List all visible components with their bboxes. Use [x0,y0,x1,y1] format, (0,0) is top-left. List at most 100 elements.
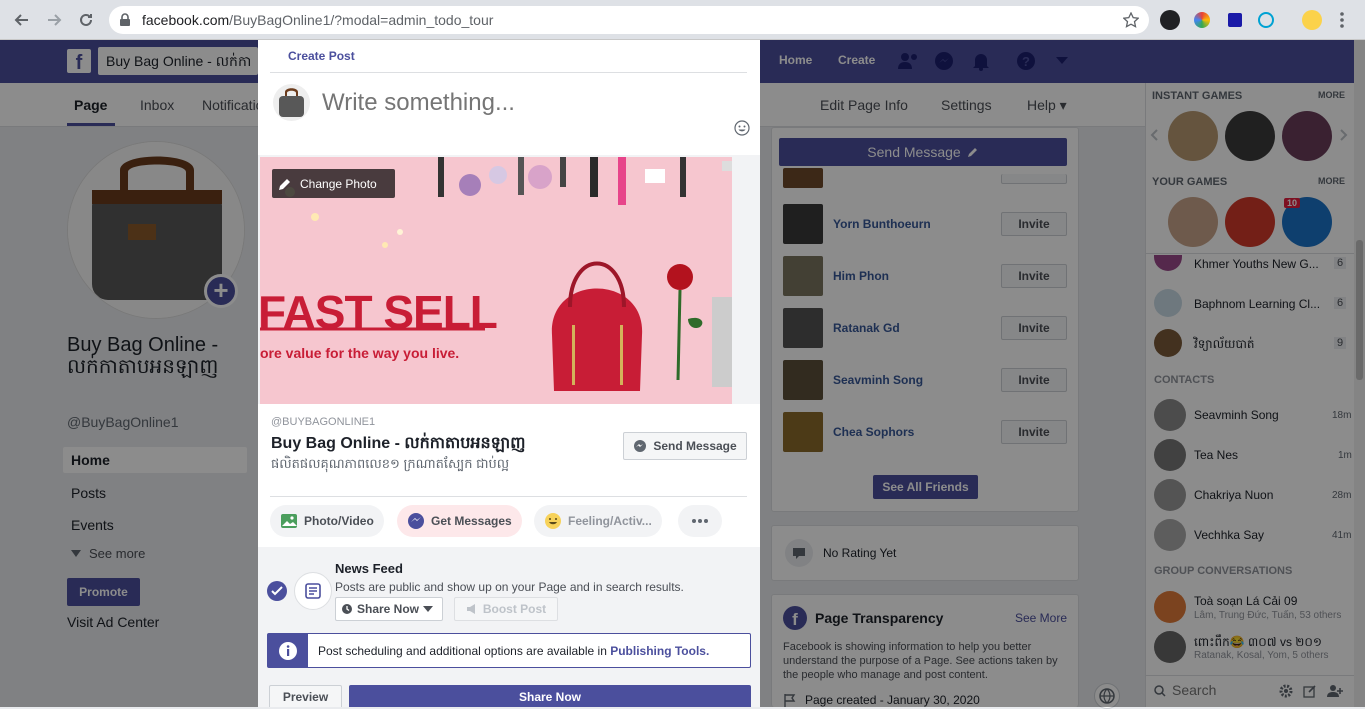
invite-button[interactable]: Invite [1001,368,1067,392]
group-avatar[interactable] [1154,255,1182,271]
game-icon[interactable] [1168,111,1218,161]
share-now-button[interactable]: Share Now [349,685,751,707]
more-options-icon[interactable] [678,505,722,537]
feeling-activity-button[interactable]: Feeling/Activ... [534,505,662,537]
invite-button[interactable]: Invite [1001,212,1067,236]
chevron-left-icon[interactable] [1150,129,1158,141]
contact-avatar[interactable] [1154,399,1186,431]
profile-avatar[interactable] [1302,10,1322,30]
left-nav-events[interactable]: Events [71,517,114,533]
group-name[interactable]: Khmer Youths New G... [1194,257,1319,271]
notifications-icon[interactable] [971,51,991,71]
account-menu-icon[interactable] [1056,57,1068,65]
invite-button[interactable]: Invite [1001,316,1067,340]
invite-button[interactable] [1001,174,1067,184]
friend-name[interactable]: Seavminh Song [833,373,923,387]
photo-video-button[interactable]: Photo/Video [270,505,384,537]
see-all-friends-button[interactable]: See All Friends [873,475,978,499]
group-conversation-name[interactable]: Toà soạn Lá Cải 09 [1194,594,1297,608]
friend-name[interactable]: Ratanak Gd [833,321,900,335]
game-icon[interactable] [1225,197,1275,247]
page-handle[interactable]: @BuyBagOnline1 [67,414,179,430]
create-group-icon[interactable] [1327,684,1345,698]
send-message-button[interactable]: Send Message [779,138,1067,166]
add-photo-icon[interactable]: + [204,274,238,308]
get-messages-button[interactable]: Get Messages [397,505,522,537]
nav-create-link[interactable]: Create [838,53,875,67]
emoji-icon[interactable] [734,120,750,136]
chat-search-input[interactable] [1172,682,1272,698]
transparency-see-more[interactable]: See More [1015,611,1067,625]
contact-avatar[interactable] [1154,439,1186,471]
contact-name[interactable]: Chakriya Nuon [1194,488,1273,502]
preview-button[interactable]: Preview [269,685,342,707]
back-icon[interactable] [10,8,34,32]
friend-name[interactable]: Yorn Bunthoeurn [833,217,931,231]
publishing-tools-link[interactable]: Publishing Tools. [610,644,709,658]
address-bar[interactable]: facebook.com/BuyBagOnline1/?modal=admin_… [109,6,1149,34]
contact-name[interactable]: Vechhka Say [1194,528,1264,542]
help-icon[interactable]: ? [1016,51,1036,71]
left-nav-home[interactable]: Home [63,447,247,473]
modal-send-message-button[interactable]: Send Message [623,432,747,460]
tab-notifications[interactable]: Notificatio [202,97,263,113]
color-extension-icon[interactable] [1194,12,1210,28]
contact-name[interactable]: Seavminh Song [1194,408,1279,422]
group-avatar[interactable] [1154,329,1182,357]
group-conversation-avatar[interactable] [1154,591,1186,623]
forward-icon[interactable] [42,8,66,32]
group-conversation-avatar[interactable] [1154,631,1186,663]
group-name[interactable]: វិទ្យាល័យបាត់ [1194,336,1255,354]
friend-avatar[interactable] [783,168,823,188]
friend-avatar[interactable] [783,204,823,244]
gear-icon[interactable] [1279,684,1293,698]
browser-menu-icon[interactable] [1340,12,1344,28]
group-avatar[interactable] [1154,289,1182,317]
share-now-dropdown[interactable]: Share Now [335,597,443,621]
see-more-link[interactable]: See more [71,546,145,561]
friend-avatar[interactable] [783,412,823,452]
friend-avatar[interactable] [783,308,823,348]
game-icon[interactable] [1225,111,1275,161]
change-photo-button[interactable]: Change Photo [272,169,395,198]
reload-icon[interactable] [74,8,98,32]
instant-games-more[interactable]: MORE [1318,90,1345,100]
tab-inbox[interactable]: Inbox [140,97,174,113]
scrollbar-thumb[interactable] [1356,240,1363,380]
globe-icon[interactable] [1094,683,1120,709]
contact-avatar[interactable] [1154,479,1186,511]
square-extension-icon[interactable] [1228,13,1242,27]
tab-help[interactable]: Help ▾ [1027,97,1067,114]
tab-settings[interactable]: Settings [941,97,992,113]
friend-avatar[interactable] [783,360,823,400]
chevron-right-icon[interactable] [1340,129,1348,141]
visit-ad-center-link[interactable]: Visit Ad Center [67,614,159,630]
bookmark-star-icon[interactable] [1123,12,1139,28]
game-icon[interactable] [1282,111,1332,161]
search-field[interactable]: Buy Bag Online - លក់កា [98,47,258,75]
friend-name[interactable]: Him Phon [833,269,889,283]
facebook-logo[interactable]: f [67,49,91,74]
game-icon[interactable] [1168,197,1218,247]
left-nav-posts[interactable]: Posts [71,485,106,501]
group-name[interactable]: Baphnom Learning Cl... [1194,297,1320,311]
react-devtools-icon[interactable] [1258,12,1274,28]
post-composer-input[interactable] [322,88,722,118]
friend-name[interactable]: Chea Sophors [833,425,914,439]
friend-requests-icon[interactable] [898,52,920,70]
your-games-more[interactable]: MORE [1318,176,1345,186]
nav-home-link[interactable]: Home [779,53,812,67]
create-post-header[interactable]: Create Post [288,49,355,63]
contact-name[interactable]: Tea Nes [1194,448,1238,462]
tab-edit-page-info[interactable]: Edit Page Info [820,97,908,113]
page-scrollbar[interactable] [1354,40,1365,707]
compose-icon[interactable] [1303,684,1317,698]
contact-avatar[interactable] [1154,519,1186,551]
checkmark-icon[interactable] [267,581,287,601]
tab-page[interactable]: Page [74,97,107,113]
extension-icon[interactable] [1160,10,1180,30]
promote-button[interactable]: Promote [67,578,140,606]
invite-button[interactable]: Invite [1001,264,1067,288]
boost-post-button[interactable]: Boost Post [454,597,558,621]
messenger-icon[interactable] [934,51,954,71]
